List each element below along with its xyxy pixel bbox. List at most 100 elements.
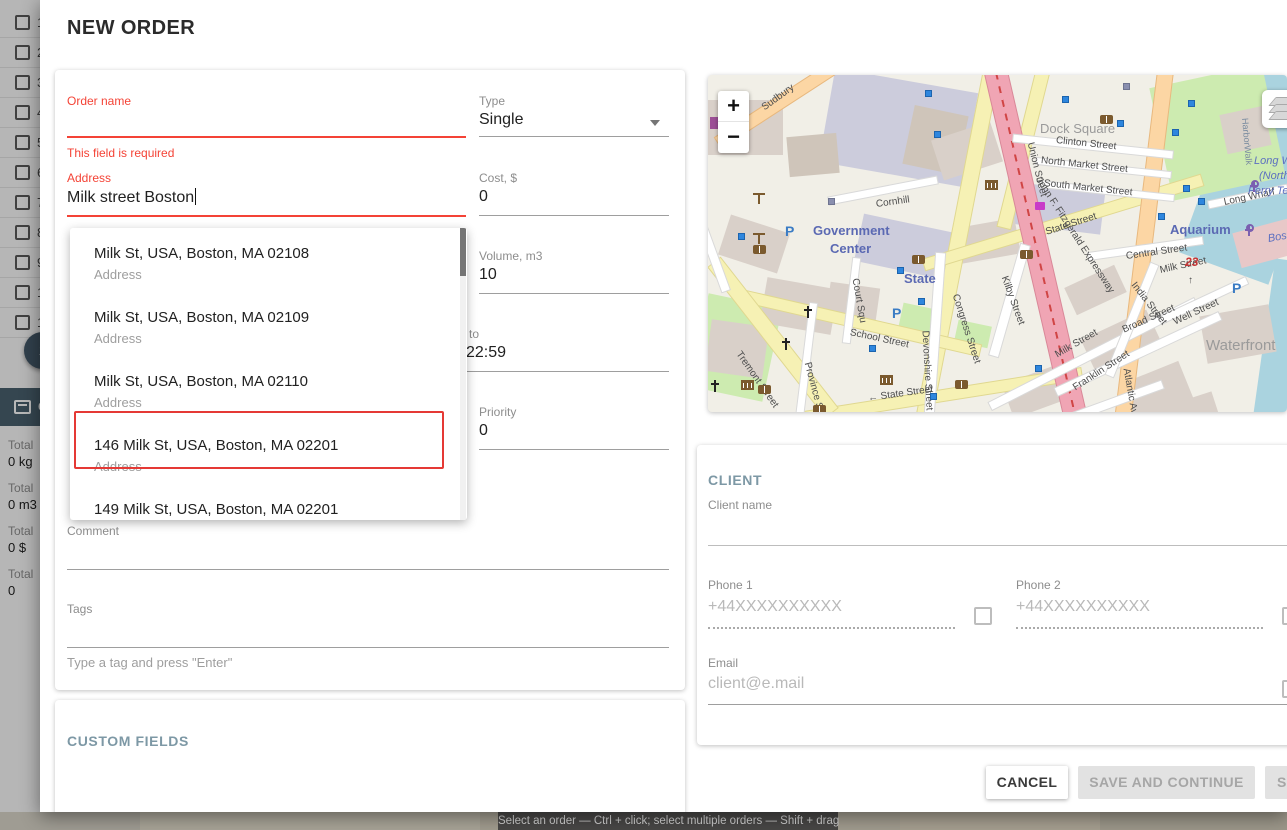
volume-label: Volume, m3	[479, 249, 542, 263]
email-input[interactable]: client@e.mail	[708, 675, 804, 693]
cost-underline	[479, 215, 669, 216]
map-marker	[1172, 129, 1179, 136]
dropdown-scrollbar-thumb[interactable]	[460, 228, 466, 276]
zoom-out-button[interactable]: −	[718, 122, 749, 153]
order-name-underline	[67, 136, 466, 138]
type-underline	[479, 136, 669, 137]
map-street-label: Government	[813, 223, 890, 238]
map-marker	[934, 131, 941, 138]
phone1-label: Phone 1	[708, 578, 753, 592]
map-marker	[918, 298, 925, 305]
map-layers-button[interactable]	[1262, 90, 1287, 128]
cross-icon	[807, 306, 809, 318]
comment-label: Comment	[67, 524, 119, 538]
volume-input[interactable]: 10	[479, 266, 497, 284]
map-street-label: Center	[830, 241, 871, 256]
time-to-underline	[466, 371, 669, 372]
phone2-input[interactable]: +44XXXXXXXXXX	[1016, 598, 1150, 616]
chevron-down-icon[interactable]	[650, 120, 660, 126]
custom-fields-heading: CUSTOM FIELDS	[67, 733, 189, 749]
type-select[interactable]: Single	[479, 111, 523, 129]
parking-icon: P	[892, 305, 901, 321]
priority-input[interactable]: 0	[479, 422, 488, 440]
map-street-label: Cornhill	[875, 194, 910, 210]
priority-underline	[479, 449, 669, 450]
phone2-label: Phone 2	[1016, 578, 1061, 592]
map-marker	[930, 393, 937, 400]
client-heading: CLIENT	[708, 472, 762, 488]
anchor-icon	[1253, 181, 1255, 192]
tags-input[interactable]: Type a tag and press "Enter"	[67, 655, 232, 670]
address-suggestions-dropdown: Milk St, USA, Boston, MA 02108 Address M…	[70, 228, 467, 520]
anchor-icon	[1248, 225, 1250, 236]
cross-icon	[785, 338, 787, 350]
address-underline	[67, 215, 466, 217]
museum-icon	[741, 380, 754, 390]
map-marker	[1158, 213, 1165, 220]
map-street-label: (North	[1259, 170, 1287, 182]
parking-icon: P	[785, 223, 794, 239]
book-icon	[813, 405, 826, 412]
map-street-label: Milk Street	[1159, 255, 1207, 276]
scales-icon	[753, 193, 765, 203]
phone1-checkbox[interactable]	[974, 607, 992, 625]
map-street-label: State	[904, 271, 936, 286]
cancel-button[interactable]: CANCEL	[986, 766, 1068, 799]
map-street-label: 23	[1185, 255, 1198, 269]
dialog-title: NEW ORDER	[67, 17, 195, 40]
map-poi	[710, 117, 718, 129]
new-order-dialog: NEW ORDER Order name This field is requi…	[40, 0, 1287, 812]
address-suggestion[interactable]: Milk St, USA, Boston, MA 02108 Address	[70, 238, 460, 296]
book-icon	[1020, 250, 1033, 259]
zoom-in-button[interactable]: +	[718, 91, 749, 122]
address-suggestion[interactable]: 149 Milk St, USA, Boston, MA 02201 Addre…	[70, 494, 460, 520]
book-icon	[758, 385, 771, 394]
map-hint-bar: Select an order — Ctrl + click; select m…	[498, 812, 838, 830]
parking-icon: P	[1232, 280, 1241, 296]
map-marker	[1062, 96, 1069, 103]
map-marker	[1183, 185, 1190, 192]
map-zoom-control: + −	[718, 91, 749, 153]
map-marker	[738, 233, 745, 240]
client-name-label: Client name	[708, 498, 772, 512]
phone1-input[interactable]: +44XXXXXXXXXX	[708, 598, 842, 616]
cross-icon	[714, 380, 716, 392]
cost-label: Cost, $	[479, 171, 517, 185]
email-label: Email	[708, 656, 738, 670]
map-street-label: Waterfront	[1206, 337, 1275, 354]
map-street-label: Long W	[1254, 155, 1287, 167]
book-icon	[753, 245, 766, 254]
map-street-label: Aquarium	[1170, 222, 1231, 237]
map-marker	[1188, 100, 1195, 107]
comment-underline	[67, 569, 669, 570]
cost-input[interactable]: 0	[479, 188, 488, 206]
selection-highlight-box	[74, 411, 444, 469]
address-suggestion[interactable]: Milk St, USA, Boston, MA 02109 Address	[70, 302, 460, 360]
tags-underline	[67, 647, 669, 648]
save-and-continue-button[interactable]: SAVE AND CONTINUE	[1078, 766, 1255, 799]
tags-label: Tags	[67, 602, 92, 616]
email-underline	[708, 704, 1287, 705]
phone2-checkbox[interactable]	[1282, 607, 1287, 625]
map-marker	[925, 90, 932, 97]
address-label: Address	[67, 171, 111, 185]
type-label: Type	[479, 94, 505, 108]
map-street-label: Clinton Street	[1055, 135, 1116, 152]
book-icon	[1100, 115, 1113, 124]
time-to-input[interactable]: 22:59	[466, 344, 506, 362]
book-icon	[955, 380, 968, 389]
email-checkbox[interactable]	[1282, 680, 1287, 698]
cart-icon	[1035, 202, 1045, 210]
scales-icon	[753, 233, 765, 243]
map-street-label: North Market Street	[1040, 155, 1128, 175]
museum-icon	[985, 180, 998, 190]
map-marker	[1117, 120, 1124, 127]
save-button[interactable]: S	[1265, 766, 1287, 799]
address-input[interactable]: Milk street Boston	[67, 188, 196, 207]
volume-underline	[479, 293, 669, 294]
text-cursor	[195, 188, 196, 205]
custom-fields-card: CUSTOM FIELDS	[55, 700, 685, 812]
map-street-label: ↑	[1188, 275, 1193, 286]
map-view[interactable]: SudburyUnion StreetCornhillGovernmentCen…	[708, 75, 1287, 412]
phone2-underline	[1016, 627, 1263, 629]
